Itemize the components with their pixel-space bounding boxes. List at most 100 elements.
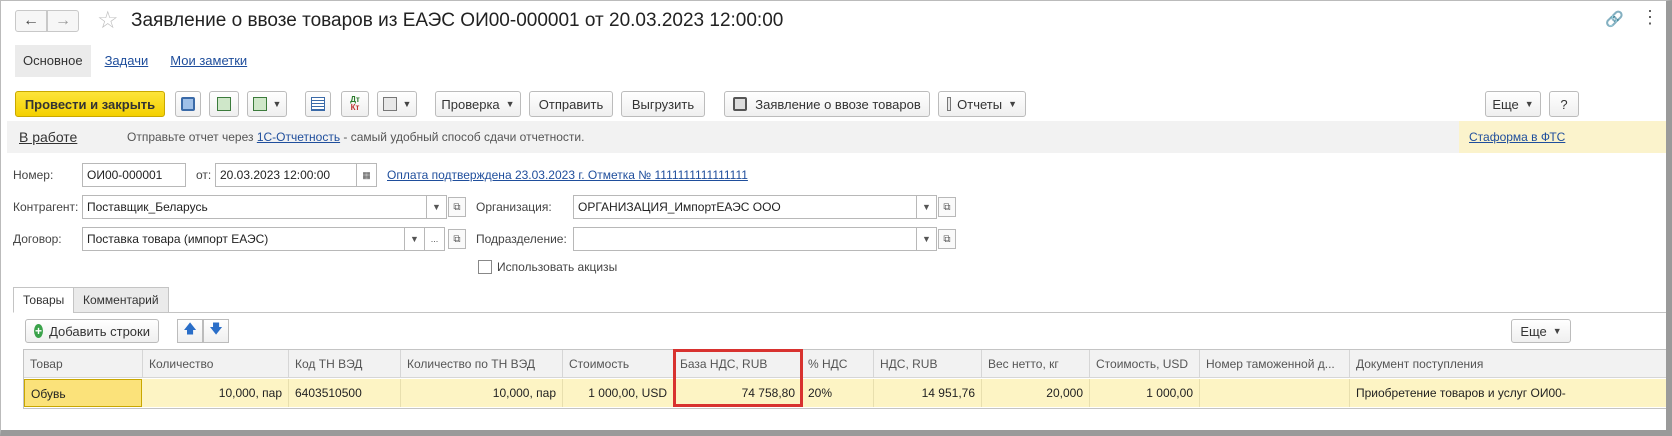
contract-label: Договор: xyxy=(13,232,62,246)
table-cell[interactable] xyxy=(1200,379,1350,407)
help-button[interactable]: ? xyxy=(1549,91,1579,117)
chevron-down-icon: ▼ xyxy=(432,202,441,212)
section-notes[interactable]: Мои заметки xyxy=(162,45,255,77)
tab-comment[interactable]: Комментарий xyxy=(73,287,169,313)
column-header[interactable]: Стоимость xyxy=(563,350,674,378)
excise-checkbox[interactable] xyxy=(478,260,492,274)
column-header[interactable]: Количество по ТН ВЭД xyxy=(401,350,563,378)
contract-select-button[interactable]: ... xyxy=(425,227,445,251)
organization-dropdown[interactable]: ▼ xyxy=(917,195,937,219)
number-field[interactable]: ОИ00-000001 xyxy=(82,163,186,187)
info-text-before: Отправьте отчет через xyxy=(127,130,257,144)
print-statement-button[interactable]: Заявление о ввозе товаров xyxy=(724,91,930,117)
chevron-down-icon: ▼ xyxy=(402,99,412,109)
table-cell[interactable]: 20,000 xyxy=(982,379,1090,407)
column-header[interactable]: % НДС xyxy=(802,350,874,378)
info-text-after: - самый удобный способ сдачи отчетности. xyxy=(340,130,585,144)
save-icon xyxy=(181,97,195,111)
add-rows-button[interactable]: + Добавить строки xyxy=(25,319,159,343)
tab-goods[interactable]: Товары xyxy=(13,287,75,313)
column-header[interactable]: Номер таможенной д... xyxy=(1200,350,1350,378)
section-tabs: Основное Задачи Мои заметки xyxy=(15,45,261,77)
favorite-star-icon[interactable]: ☆ xyxy=(97,6,119,35)
excise-label: Использовать акцизы xyxy=(497,260,618,274)
table-cell[interactable]: 1 000,00, USD xyxy=(563,379,674,407)
more-vertical-icon[interactable]: ⋮ xyxy=(1641,7,1659,28)
arrow-left-icon: ← xyxy=(23,12,39,29)
counterparty-open-button[interactable]: ⧉ xyxy=(448,197,466,217)
division-dropdown[interactable]: ▼ xyxy=(917,227,937,251)
post-button[interactable] xyxy=(209,91,239,117)
move-up-button[interactable]: 🡅 xyxy=(177,319,203,343)
check-button[interactable]: Проверка ▼ xyxy=(435,91,521,117)
section-tasks[interactable]: Задачи xyxy=(97,45,157,77)
section-main[interactable]: Основное xyxy=(15,45,91,77)
date-label: от: xyxy=(196,168,212,182)
column-header[interactable]: Документ поступления xyxy=(1350,350,1666,378)
column-header[interactable]: Код ТН ВЭД xyxy=(289,350,401,378)
column-header[interactable]: Вес нетто, кг xyxy=(982,350,1090,378)
list-button[interactable] xyxy=(305,91,331,117)
vat-base-highlight xyxy=(673,349,803,407)
create-based-on-button[interactable]: ▼ xyxy=(247,91,287,117)
number-label: Номер: xyxy=(13,168,54,182)
move-down-button[interactable]: 🡇 xyxy=(203,319,229,343)
counterparty-field[interactable]: Поставщик_Беларусь xyxy=(82,195,427,219)
related-documents-button[interactable]: ▼ xyxy=(377,91,417,117)
table-cell[interactable]: 14 951,76 xyxy=(874,379,982,407)
contract-field[interactable]: Поставка товара (импорт ЕАЭС) xyxy=(82,227,405,251)
table-cell[interactable]: Обувь xyxy=(24,379,142,407)
chevron-down-icon: ▼ xyxy=(272,99,282,109)
division-label: Подразделение: xyxy=(476,232,567,246)
chevron-down-icon: ▼ xyxy=(1008,99,1017,109)
organization-field[interactable]: ОРГАНИЗАЦИЯ_ИмпортЕАЭС ООО xyxy=(573,195,917,219)
staforma-link[interactable]: Стаформа в ФТС xyxy=(1469,130,1565,144)
link-icon[interactable]: 🔗 xyxy=(1605,10,1624,28)
division-field[interactable] xyxy=(573,227,917,251)
save-button[interactable] xyxy=(175,91,201,117)
open-form-icon: ⧉ xyxy=(453,201,461,213)
contract-dropdown[interactable]: ▼ xyxy=(405,227,425,251)
add-rows-label: Добавить строки xyxy=(49,323,150,339)
status-link[interactable]: В работе xyxy=(19,129,77,145)
chevron-down-icon: ▼ xyxy=(922,202,931,212)
plus-circle-icon: + xyxy=(34,324,44,338)
calendar-button[interactable]: ▦ xyxy=(357,163,377,187)
chevron-down-icon: ▼ xyxy=(505,99,515,109)
reports-button[interactable]: Отчеты ▼ xyxy=(938,91,1026,117)
post-document-icon xyxy=(217,97,231,111)
table-cell[interactable]: 10,000, пар xyxy=(401,379,563,407)
table-cell[interactable]: 20% xyxy=(802,379,874,407)
goods-more-button[interactable]: Еще ▼ xyxy=(1511,319,1571,343)
contract-open-button[interactable]: ⧉ xyxy=(448,229,466,249)
column-header[interactable]: Стоимость, USD xyxy=(1090,350,1200,378)
forward-button[interactable]: → xyxy=(47,10,79,32)
column-header[interactable]: НДС, RUB xyxy=(874,350,982,378)
column-header[interactable]: Товар xyxy=(24,350,143,378)
related-documents-icon xyxy=(382,97,397,111)
create-based-icon xyxy=(252,97,267,111)
date-field[interactable]: 20.03.2023 12:00:00 xyxy=(215,163,357,187)
division-open-button[interactable]: ⧉ xyxy=(938,229,956,249)
payment-confirmation-link[interactable]: Оплата подтверждена 23.03.2023 г. Отметк… xyxy=(387,168,748,182)
table-cell[interactable]: 6403510500 xyxy=(289,379,401,407)
chevron-down-icon: ▼ xyxy=(410,234,419,244)
document-window: ← → ☆ Заявление о ввозе товаров из ЕАЭС … xyxy=(0,0,1672,436)
reporting-link[interactable]: 1С-Отчетность xyxy=(257,130,340,144)
arrow-down-icon: 🡇 xyxy=(209,321,223,336)
export-button[interactable]: Выгрузить xyxy=(621,91,705,117)
staforma-panel: Стаформа в ФТС xyxy=(1459,121,1666,153)
table-cell[interactable]: 1 000,00 xyxy=(1090,379,1200,407)
counterparty-dropdown[interactable]: ▼ xyxy=(427,195,447,219)
accounting-entries-button[interactable]: Дт Кт xyxy=(341,91,369,117)
table-cell[interactable]: Приобретение товаров и услуг ОИ00- xyxy=(1350,379,1666,407)
table-row[interactable]: Обувь 10,000, пар 6403510500 10,000, пар… xyxy=(24,379,1666,407)
column-header[interactable]: Количество xyxy=(143,350,289,378)
printer-icon xyxy=(733,97,748,111)
more-button[interactable]: Еще ▼ xyxy=(1485,91,1541,117)
table-cell[interactable]: 10,000, пар xyxy=(143,379,289,407)
send-button[interactable]: Отправить xyxy=(529,91,613,117)
back-button[interactable]: ← xyxy=(15,10,47,32)
organization-open-button[interactable]: ⧉ xyxy=(938,197,956,217)
post-and-close-button[interactable]: Провести и закрыть xyxy=(15,91,165,117)
